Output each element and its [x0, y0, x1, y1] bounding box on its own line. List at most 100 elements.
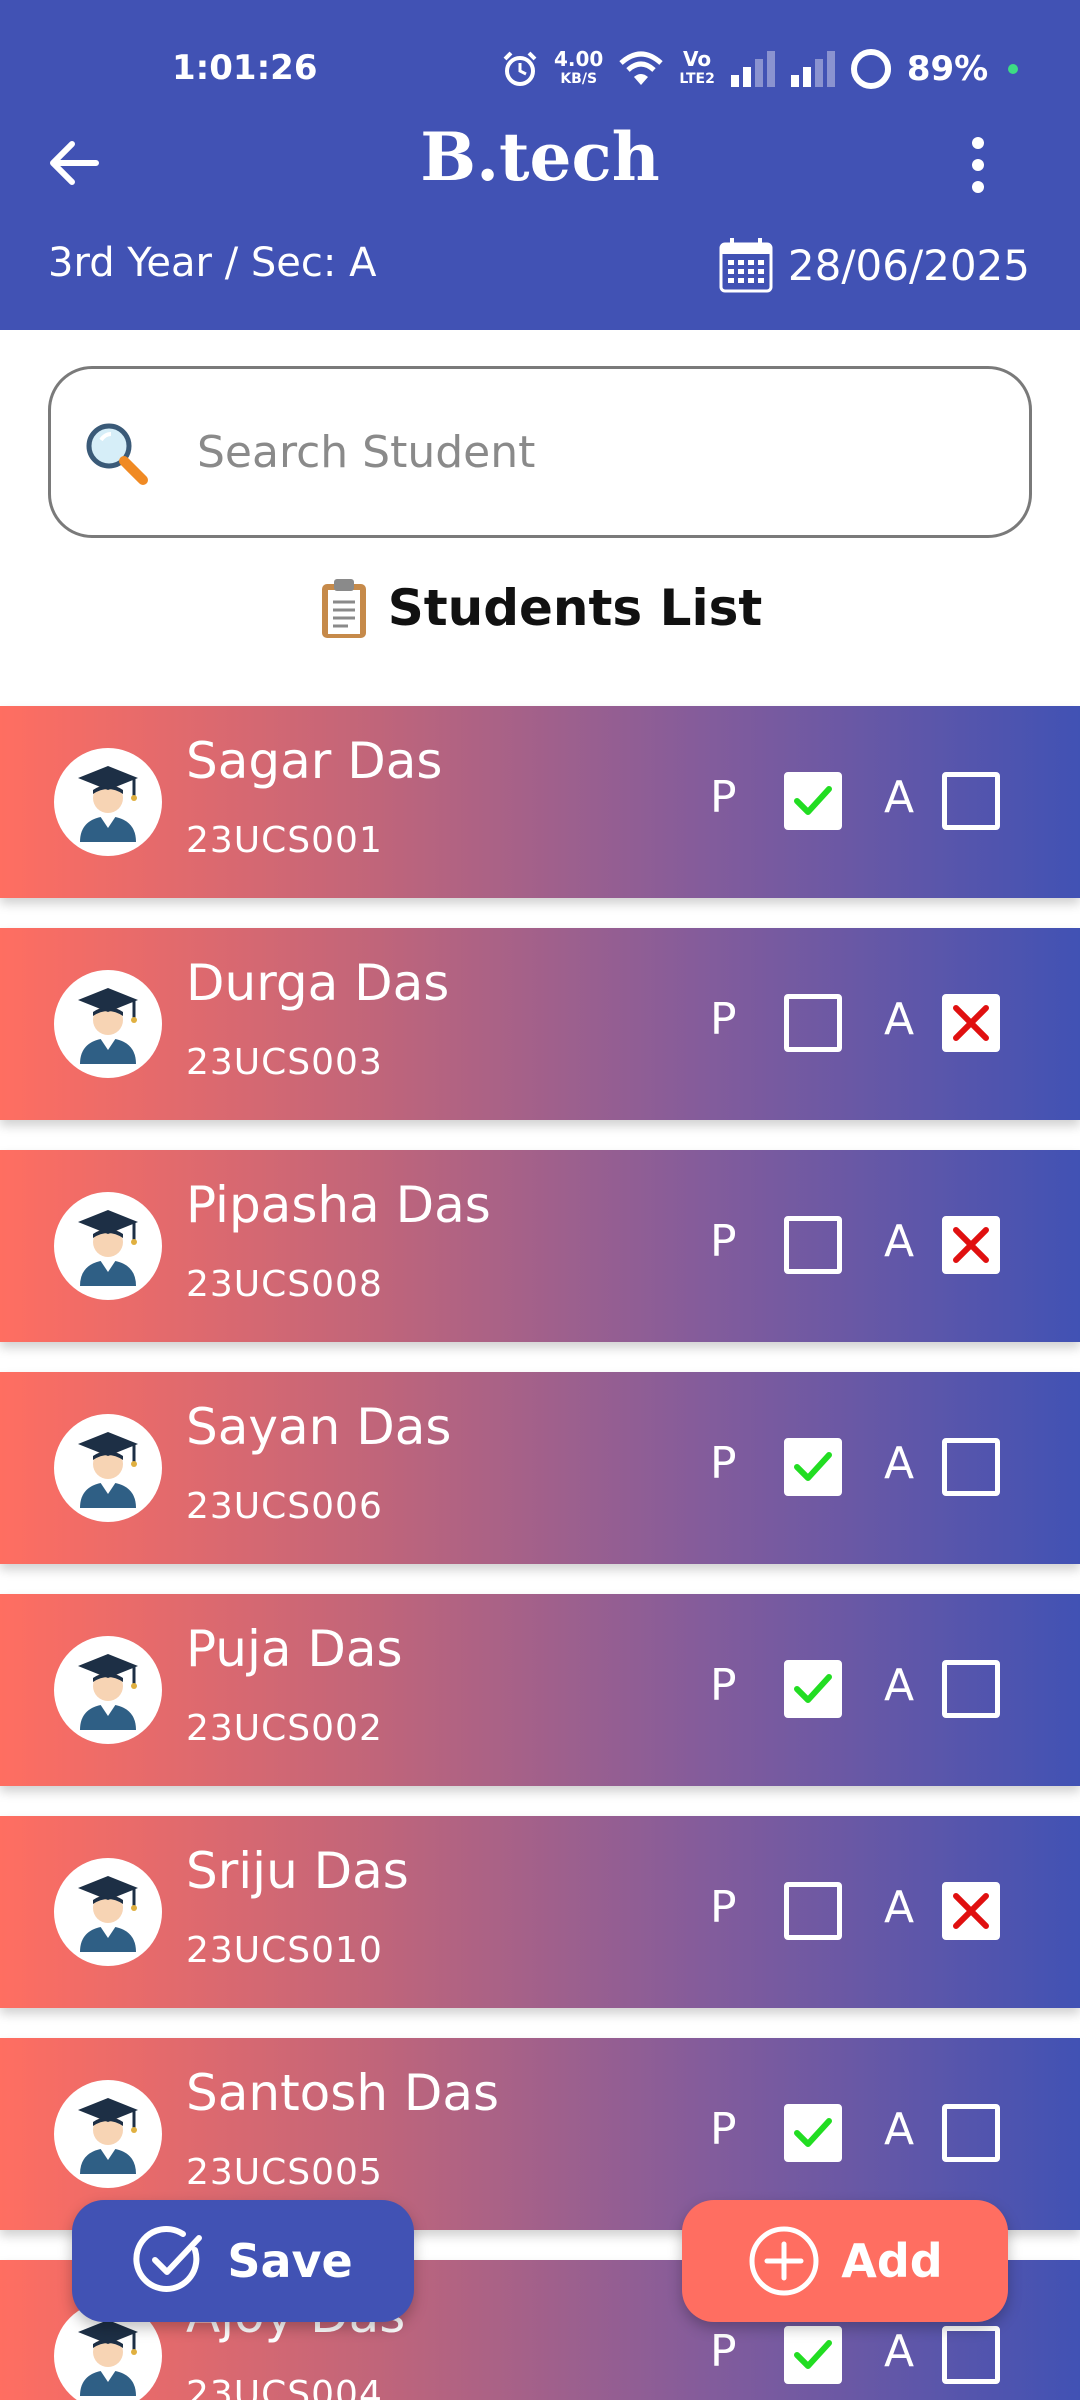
- graduate-avatar-icon: [78, 1210, 138, 1286]
- status-bar: 1:01:26 4.00 KB/S Vo LTE2 89%: [0, 0, 1080, 130]
- present-checkbox[interactable]: [784, 1438, 842, 1496]
- student-row: Durga Das 23UCS003 P A: [0, 928, 1080, 1120]
- absent-checkbox[interactable]: [942, 772, 1000, 830]
- absent-label: A: [884, 1882, 915, 1933]
- more-vertical-icon: [972, 137, 984, 193]
- overflow-menu-button[interactable]: [950, 130, 1006, 200]
- clipboard-icon: [321, 579, 366, 638]
- present-checkbox[interactable]: [784, 2326, 842, 2384]
- student-roll-number: 23UCS001: [186, 820, 383, 861]
- present-checkbox[interactable]: [784, 772, 842, 830]
- student-roll-number: 23UCS005: [186, 2152, 383, 2193]
- absent-label: A: [884, 1438, 915, 1489]
- student-name: Durga Das: [186, 954, 450, 1012]
- avatar: [54, 1192, 162, 1300]
- present-checkbox[interactable]: [784, 994, 842, 1052]
- present-checkbox[interactable]: [784, 1216, 842, 1274]
- present-label: P: [710, 2326, 737, 2377]
- battery-ring-icon: [850, 49, 891, 89]
- avatar: [54, 2080, 162, 2188]
- absent-checkbox[interactable]: [942, 1882, 1000, 1940]
- student-name: Puja Das: [186, 1620, 403, 1678]
- search-input[interactable]: [197, 426, 917, 478]
- graduate-avatar-icon: [78, 2320, 138, 2396]
- present-label: P: [710, 772, 737, 823]
- absent-checkbox[interactable]: [942, 2326, 1000, 2384]
- save-button[interactable]: Save: [72, 2200, 414, 2322]
- graduate-avatar-icon: [78, 1654, 138, 1730]
- absent-checkbox[interactable]: [942, 1660, 1000, 1718]
- status-time: 1:01:26: [172, 48, 318, 88]
- graduate-avatar-icon: [78, 2098, 138, 2174]
- check-icon: [794, 2340, 832, 2369]
- student-name: Santosh Das: [186, 2064, 500, 2122]
- network-speed: 4.00 KB/S: [554, 49, 603, 89]
- avatar: [54, 1636, 162, 1744]
- status-icons: 4.00 KB/S Vo LTE2 89%: [500, 44, 1019, 94]
- student-name: Sriju Das: [186, 1842, 409, 1900]
- present-label: P: [710, 994, 737, 1045]
- present-checkbox[interactable]: [784, 1660, 842, 1718]
- privacy-dot: [1008, 64, 1019, 74]
- graduate-avatar-icon: [78, 1432, 138, 1508]
- search-bar[interactable]: [48, 366, 1032, 538]
- student-roll-number: 23UCS006: [186, 1486, 383, 1527]
- absent-label: A: [884, 2326, 915, 2377]
- selected-date: 28/06/2025: [787, 240, 1030, 290]
- student-name: Sagar Das: [186, 732, 443, 790]
- network-speed-unit: KB/S: [560, 71, 598, 87]
- add-button-label: Add: [841, 2234, 943, 2288]
- students-list-heading: Students List: [0, 576, 1080, 640]
- avatar: [54, 748, 162, 856]
- signal-1-icon: [730, 51, 775, 87]
- signal-2-icon: [790, 51, 835, 87]
- absent-label: A: [884, 1660, 915, 1711]
- student-roll-number: 23UCS002: [186, 1708, 383, 1749]
- present-label: P: [710, 1438, 737, 1489]
- arrow-left-icon: [50, 141, 99, 185]
- present-label: P: [710, 1882, 737, 1933]
- absent-checkbox[interactable]: [942, 994, 1000, 1052]
- battery-percent: 89%: [906, 49, 989, 89]
- cross-icon: [953, 1005, 989, 1041]
- avatar: [54, 970, 162, 1078]
- date-picker[interactable]: 28/06/2025: [718, 236, 1030, 294]
- class-subtitle: 3rd Year / Sec: A: [48, 240, 377, 286]
- volte-indicator: Vo LTE2: [679, 49, 714, 89]
- volte-top: Vo: [683, 47, 712, 71]
- student-roll-number: 23UCS010: [186, 1930, 383, 1971]
- calendar-icon: [719, 238, 773, 293]
- graduate-avatar-icon: [78, 766, 138, 842]
- check-icon: [794, 1674, 832, 1703]
- student-row: Puja Das 23UCS002 P A: [0, 1594, 1080, 1786]
- present-label: P: [710, 1660, 737, 1711]
- absent-label: A: [884, 2104, 915, 2155]
- student-roll-number: 23UCS003: [186, 1042, 383, 1083]
- network-speed-value: 4.00: [554, 47, 604, 71]
- check-icon: [794, 2118, 832, 2147]
- add-button[interactable]: Add: [682, 2200, 1008, 2322]
- present-checkbox[interactable]: [784, 1882, 842, 1940]
- student-row: Sayan Das 23UCS006 P A: [0, 1372, 1080, 1564]
- present-label: P: [710, 1216, 737, 1267]
- avatar: [54, 1858, 162, 1966]
- back-button[interactable]: [40, 130, 106, 196]
- save-button-label: Save: [227, 2234, 353, 2288]
- present-checkbox[interactable]: [784, 2104, 842, 2162]
- student-roll-number: 23UCS004: [186, 2374, 383, 2400]
- app-header: 1:01:26 4.00 KB/S Vo LTE2 89% B.tech 3rd…: [0, 0, 1080, 330]
- graduate-avatar-icon: [78, 988, 138, 1064]
- absent-label: A: [884, 772, 915, 823]
- student-row: Sagar Das 23UCS001 P A: [0, 706, 1080, 898]
- absent-checkbox[interactable]: [942, 1216, 1000, 1274]
- absent-label: A: [884, 1216, 915, 1267]
- absent-checkbox[interactable]: [942, 1438, 1000, 1496]
- list-title: Students List: [387, 579, 763, 637]
- avatar: [54, 1414, 162, 1522]
- absent-checkbox[interactable]: [942, 2104, 1000, 2162]
- absent-label: A: [884, 994, 915, 1045]
- student-row: Pipasha Das 23UCS008 P A: [0, 1150, 1080, 1342]
- student-row: Sriju Das 23UCS010 P A: [0, 1816, 1080, 2008]
- student-name: Pipasha Das: [186, 1176, 491, 1234]
- cross-icon: [953, 1227, 989, 1263]
